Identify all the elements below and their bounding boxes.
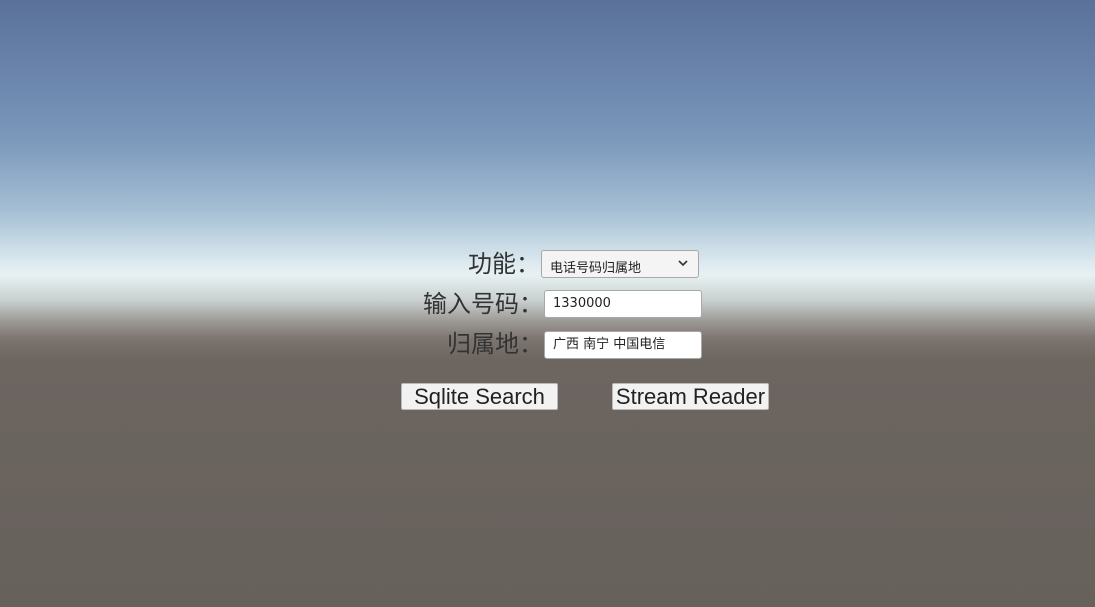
function-dropdown[interactable]: 电话号码归属地: [541, 250, 699, 278]
location-field[interactable]: 广西 南宁 中国电信: [544, 331, 702, 359]
phone-input[interactable]: 1330000: [544, 290, 702, 318]
phone-label: 输入号码：: [423, 290, 543, 318]
function-label: 功能：: [468, 250, 540, 278]
location-label: 归属地：: [447, 330, 543, 358]
function-dropdown-value: 电话号码归属地: [550, 261, 642, 276]
sqlite-search-button[interactable]: Sqlite Search: [401, 383, 558, 410]
stream-reader-button[interactable]: Stream Reader: [612, 383, 769, 410]
chevron-down-icon: [678, 260, 688, 267]
